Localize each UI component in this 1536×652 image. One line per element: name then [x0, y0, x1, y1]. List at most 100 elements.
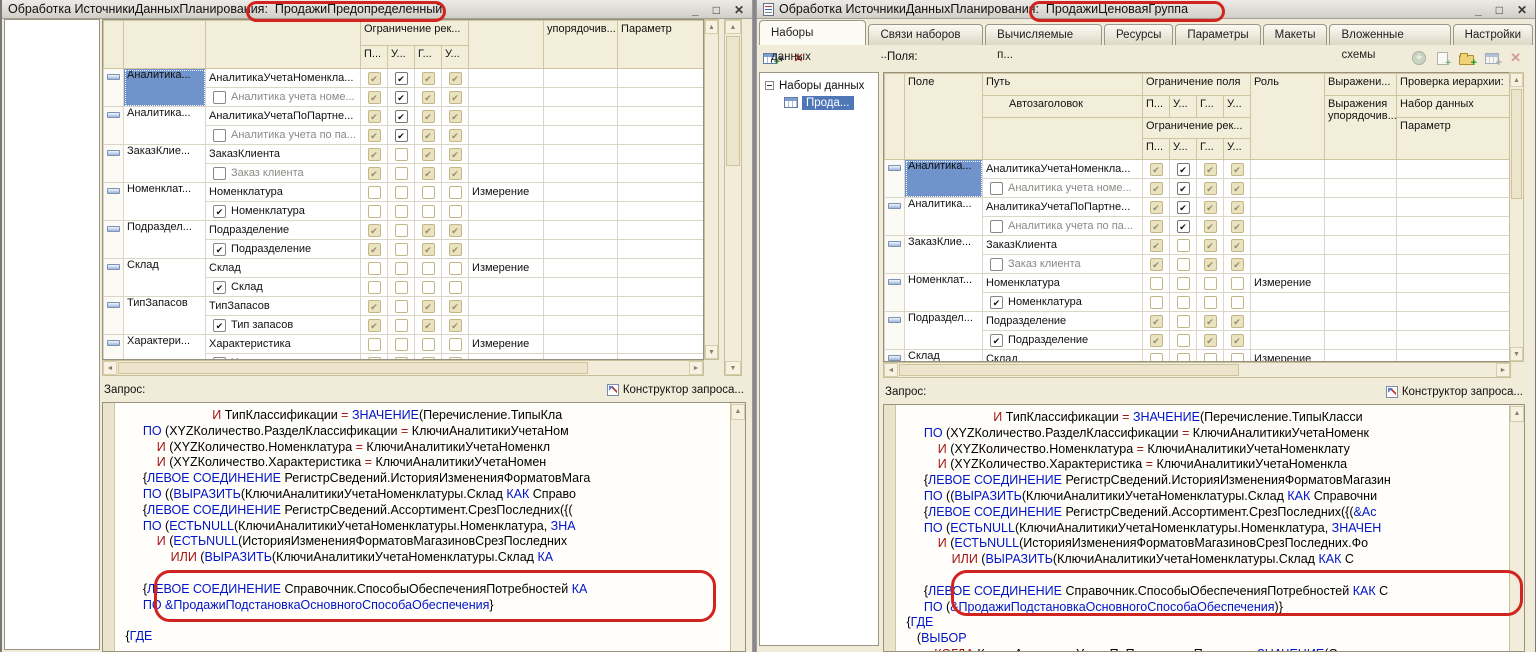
scroll-left-icon[interactable] — [103, 361, 117, 375]
query-builder-link[interactable]: Конструктор запроса... — [607, 384, 744, 396]
tab-1[interactable]: Наборы данных — [759, 20, 866, 45]
role-cell[interactable] — [469, 240, 544, 259]
restriction-checkbox-cell[interactable] — [1197, 274, 1224, 293]
row-grip[interactable] — [885, 198, 905, 236]
scroll-up-icon[interactable] — [705, 20, 718, 34]
header-cb-4[interactable]: У... — [442, 46, 469, 69]
path-cell[interactable]: ЗаказКлиента — [983, 236, 1143, 255]
row-handle-icon[interactable] — [888, 317, 901, 323]
restriction-checkbox-cell[interactable] — [442, 259, 469, 278]
header-cb-1[interactable]: П... — [361, 46, 388, 69]
role-cell[interactable]: Измерение — [1251, 274, 1325, 293]
restriction-checkbox-cell[interactable]: ✔ — [415, 69, 442, 88]
tab-7[interactable]: Вложенные схемы — [1329, 24, 1450, 45]
field-cell[interactable]: ЗаказКлие... — [905, 236, 983, 274]
role-cell[interactable] — [1251, 312, 1325, 331]
extra-cell[interactable] — [544, 69, 618, 88]
restriction-checkbox-cell[interactable]: ✔ — [1170, 160, 1197, 179]
header-cb-2[interactable]: У... — [1170, 96, 1197, 118]
header-parameter[interactable]: Параметр — [618, 21, 704, 69]
restriction-checkbox-cell[interactable]: ✔ — [1143, 217, 1170, 236]
path-title-cell[interactable]: ✔Номенклатура — [206, 202, 361, 221]
restriction-checkbox-cell[interactable] — [361, 259, 388, 278]
restriction-checkbox-cell[interactable]: ✔ — [1143, 179, 1170, 198]
restriction-checkbox-cell[interactable]: ✔ — [442, 221, 469, 240]
field-cell[interactable]: Характери... — [124, 335, 206, 361]
restriction-checkbox-cell[interactable] — [361, 278, 388, 297]
role-cell[interactable] — [469, 69, 544, 88]
restriction-checkbox-cell[interactable]: ✔ — [1224, 236, 1251, 255]
path-cell[interactable]: Склад — [206, 259, 361, 278]
header-restriction-field[interactable]: Ограничение поля — [1143, 74, 1251, 96]
restriction-checkbox-cell[interactable] — [361, 183, 388, 202]
role-cell[interactable]: Измерение — [1251, 350, 1325, 363]
scrollbar-thumb[interactable] — [1511, 89, 1522, 199]
role-cell[interactable] — [469, 126, 544, 145]
path-cell[interactable]: АналитикаУчетаПоПартне... — [206, 107, 361, 126]
restriction-checkbox-cell[interactable] — [442, 202, 469, 221]
restriction-checkbox-cell[interactable] — [1197, 293, 1224, 312]
row-grip[interactable] — [104, 107, 124, 145]
header-cb-1[interactable]: П... — [1143, 96, 1170, 118]
restriction-checkbox-cell[interactable]: ✔ — [1224, 312, 1251, 331]
restriction-checkbox-cell[interactable] — [388, 297, 415, 316]
restriction-checkbox-cell[interactable]: ✔ — [1143, 312, 1170, 331]
scroll-down-icon[interactable] — [1510, 347, 1523, 361]
path-cell[interactable]: Номенклатура — [206, 183, 361, 202]
header-restriction-detail[interactable]: Ограничение рек... — [1143, 118, 1251, 139]
scroll-right-icon[interactable] — [1496, 363, 1510, 377]
row-grip[interactable] — [885, 274, 905, 312]
restriction-checkbox-cell[interactable]: ✔ — [1224, 217, 1251, 236]
path-cell[interactable]: Подразделение — [206, 221, 361, 240]
path-title-cell[interactable]: ✔Тип запасов — [206, 316, 361, 335]
extra-cell[interactable] — [618, 335, 704, 354]
restriction-checkbox-cell[interactable] — [388, 164, 415, 183]
restriction-checkbox-cell[interactable] — [388, 278, 415, 297]
restriction-checkbox-cell[interactable]: ✔ — [361, 126, 388, 145]
tree-item-datasets-root[interactable]: Наборы данных — [760, 77, 878, 94]
extra-cell[interactable] — [1325, 293, 1397, 312]
close-button[interactable]: ✕ — [1517, 3, 1527, 17]
restriction-checkbox-cell[interactable] — [1224, 350, 1251, 363]
field-cell[interactable]: Номенклат... — [905, 274, 983, 312]
row-grip[interactable] — [104, 145, 124, 183]
row-grip[interactable] — [104, 183, 124, 221]
title-enabled-checkbox[interactable] — [990, 182, 1003, 195]
extra-cell[interactable] — [544, 316, 618, 335]
row-handle-icon[interactable] — [107, 188, 120, 194]
restriction-checkbox-cell[interactable]: ✔ — [361, 316, 388, 335]
restriction-checkbox-cell[interactable]: ✔ — [415, 107, 442, 126]
datasets-tree-panel[interactable] — [4, 19, 100, 650]
scroll-up-icon[interactable] — [725, 20, 741, 34]
extra-cell[interactable] — [1325, 331, 1397, 350]
field-cell[interactable]: Номенклат... — [124, 183, 206, 221]
extra-cell[interactable] — [618, 183, 704, 202]
role-cell[interactable] — [1251, 160, 1325, 179]
restriction-checkbox-cell[interactable]: ✔ — [1143, 198, 1170, 217]
row-grip[interactable] — [104, 259, 124, 297]
restriction-checkbox-cell[interactable] — [361, 202, 388, 221]
row-handle-icon[interactable] — [888, 279, 901, 285]
row-handle-icon[interactable] — [107, 302, 120, 308]
restriction-checkbox-cell[interactable] — [388, 145, 415, 164]
restriction-checkbox-cell[interactable]: ✔ — [1197, 255, 1224, 274]
extra-cell[interactable] — [1397, 217, 1511, 236]
tab-2[interactable]: Связи наборов ... — [868, 24, 983, 45]
role-cell[interactable] — [1251, 331, 1325, 350]
header-cb-3[interactable]: Г... — [415, 46, 442, 69]
extra-cell[interactable] — [1397, 312, 1511, 331]
restriction-checkbox-cell[interactable] — [1170, 350, 1197, 363]
header-hierarchy[interactable]: Проверка иерархии: — [1397, 74, 1511, 96]
restriction-checkbox-cell[interactable]: ✔ — [361, 221, 388, 240]
restriction-checkbox-cell[interactable]: ✔ — [1197, 198, 1224, 217]
scrollbar-thumb[interactable] — [899, 364, 1239, 376]
restriction-checkbox-cell[interactable] — [415, 335, 442, 354]
title-enabled-checkbox[interactable]: ✔ — [213, 281, 226, 294]
row-grip[interactable] — [104, 221, 124, 259]
scroll-down-icon[interactable] — [725, 361, 741, 375]
restriction-checkbox-cell[interactable]: ✔ — [415, 88, 442, 107]
extra-cell[interactable] — [544, 202, 618, 221]
restriction-checkbox-cell[interactable] — [415, 202, 442, 221]
role-cell[interactable] — [469, 202, 544, 221]
role-cell[interactable]: Измерение — [469, 183, 544, 202]
